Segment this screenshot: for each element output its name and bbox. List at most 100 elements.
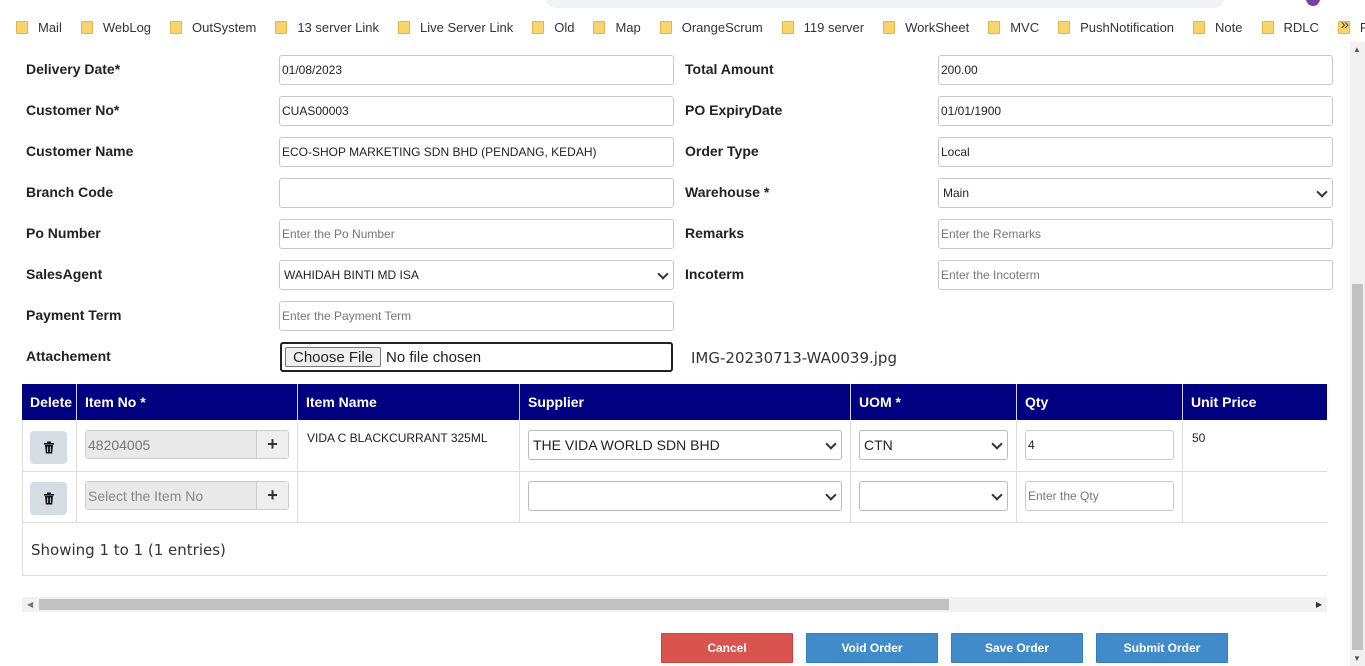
folder-icon [593,20,606,34]
bookmark-list: Mail WebLog OutSystem 13 server Link Live Se… [16,17,1365,37]
bookmark-item[interactable]: Old [532,20,574,35]
table-row: Select the Item No + Enter the Qty [22,472,1327,523]
folder-icon [659,20,672,34]
supplier-select[interactable]: THE VIDA WORLD SDN BHD [528,430,842,460]
folder-icon [988,20,1001,34]
delete-row-button[interactable] [30,482,67,515]
bookmark-label: OutSystem [192,19,257,35]
bookmark-label: 119 server [803,19,865,35]
bookmarks-more-icon[interactable]: » [1341,16,1349,33]
vertical-scrollbar[interactable]: ▲ ▼ [1350,42,1365,666]
item-name-cell [298,472,520,523]
warehouse-select[interactable]: Main [938,178,1333,208]
choose-file-button[interactable]: Choose File [285,347,382,367]
payment-term-input[interactable]: Enter the Payment Term [279,301,674,331]
po-expiry-input[interactable]: 01/01/1900 [938,96,1333,126]
qty-input[interactable]: Enter the Qty [1025,481,1174,511]
order-type-input[interactable]: Local [938,137,1333,167]
void-order-button[interactable]: Void Order [806,633,938,663]
sales-agent-select[interactable]: WAHIDAH BINTI MD ISA [279,260,674,290]
table-info: Showing 1 to 1 (1 entries) [31,541,226,559]
bookmark-label: Live Server Link [419,19,514,35]
supplier-select[interactable] [528,481,842,511]
folder-icon [1058,20,1071,34]
total-amount-input[interactable]: 200.00 [938,55,1333,85]
col-supplier: Supplier [520,384,851,420]
branch-code-input[interactable] [279,178,674,208]
item-name-cell: VIDA C BLACKCURRANT 325ML [298,421,520,472]
bookmark-item[interactable]: 13 server Link [275,20,379,35]
warehouse-label: Warehouse * [685,184,770,200]
cancel-button[interactable]: Cancel [661,633,793,663]
delete-row-button[interactable] [30,431,67,464]
folder-icon [275,20,288,34]
address-bar[interactable] [545,0,1225,8]
item-no-input[interactable]: 48204005 [86,431,256,458]
unit-price-cell: 50 [1183,421,1327,472]
bookmark-label: Mail [38,19,62,35]
bookmark-label: Note [1215,19,1243,35]
uom-select[interactable] [859,481,1008,511]
delivery-date-input[interactable]: 01/08/2023 [279,55,674,85]
profile-avatar[interactable] [1306,0,1320,6]
scroll-left-icon[interactable]: ◀ [27,600,33,609]
item-no-input[interactable]: Select the Item No [86,482,256,509]
bookmark-item[interactable]: PushNotification [1058,20,1174,35]
table-border [22,420,23,576]
item-no-group: Select the Item No + [85,481,289,510]
chevron-down-icon [825,438,837,450]
item-no-group: 48204005 + [85,430,289,459]
bookmark-label: OrangeScrum [681,19,763,35]
uom-value: CTN [864,437,893,453]
incoterm-input[interactable]: Enter the Incoterm [938,260,1333,290]
add-item-button[interactable]: + [256,431,288,458]
uom-select[interactable]: CTN [859,430,1008,460]
bookmark-item[interactable]: 119 server [781,19,865,35]
po-number-input[interactable]: Enter the Po Number [279,219,674,249]
folder-icon [16,20,28,34]
chevron-down-icon [991,489,1003,501]
warehouse-value: Main [943,186,970,200]
remarks-input[interactable]: Enter the Remarks [938,219,1333,249]
customer-no-input[interactable]: CUAS00003 [279,96,674,126]
bookmark-item[interactable]: RDLC [1261,19,1319,35]
save-order-button[interactable]: Save Order [951,633,1083,663]
sales-agent-value: WAHIDAH BINTI MD ISA [284,268,419,282]
qty-cell: 4 [1017,421,1183,472]
horizontal-scroll-thumb[interactable] [39,599,949,610]
vertical-scroll-thumb[interactable] [1352,284,1363,650]
add-item-button[interactable]: + [256,482,288,509]
col-item-no: Item No * [77,384,298,420]
horizontal-scrollbar[interactable]: ◀ ▶ [22,597,1327,612]
branch-code-label: Branch Code [26,184,114,200]
bookmark-item[interactable]: OrangeScrum [659,19,763,35]
bookmark-item[interactable]: Mail [16,20,62,35]
bookmark-item[interactable]: OutSystem [170,20,256,35]
bookmarks-bar: Mail WebLog OutSystem 13 server Link Live Se… [0,0,1365,52]
attachment-filename: IMG-20230713-WA0039.jpg [691,349,897,367]
qty-input[interactable]: 4 [1025,430,1174,460]
col-delete: Delete [22,384,77,420]
bookmark-item[interactable]: Map [593,20,641,35]
scroll-right-icon[interactable]: ▶ [1316,600,1322,609]
po-number-label: Po Number [26,225,101,241]
trash-icon [43,441,54,454]
scroll-up-icon[interactable]: ▲ [1353,45,1361,54]
bookmark-item[interactable]: Live Server Link [397,19,514,35]
submit-order-button[interactable]: Submit Order [1096,633,1228,663]
address-bar-edge [0,0,1365,10]
bookmark-label: 13 server Link [297,19,379,35]
scroll-down-icon[interactable]: ▼ [1353,654,1361,663]
bookmark-label: MVC [1010,19,1040,35]
bookmark-item[interactable]: Note [1193,19,1243,35]
bookmark-item[interactable]: WebLog [80,19,152,35]
bookmark-item[interactable]: MVC [988,20,1039,35]
order-type-label: Order Type [685,143,759,159]
folder-icon [883,20,896,34]
customer-name-input[interactable]: ECO-SHOP MARKETING SDN BHD (PENDANG, KED… [279,137,674,167]
sales-agent-label: SalesAgent [26,266,103,282]
attachment-file-input[interactable]: Choose File No file chosen [280,342,673,372]
bookmark-item[interactable]: WorkSheet [883,20,969,35]
bookmark-label: WebLog [102,19,152,35]
bookmark-label: RDLC [1283,19,1319,35]
